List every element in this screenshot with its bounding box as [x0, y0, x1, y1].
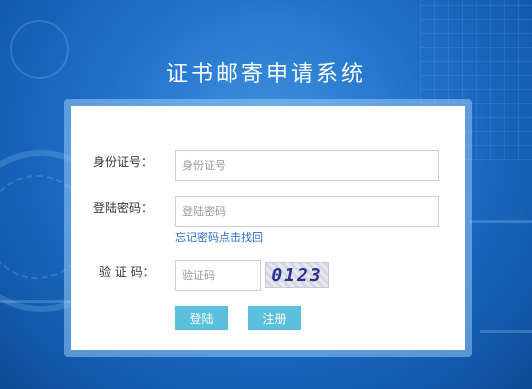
- page-title: 证书邮寄申请系统: [165, 62, 366, 87]
- id-number-label: 身份证号：: [93, 155, 154, 169]
- password-input[interactable]: [175, 196, 439, 227]
- decorative-stripe: [480, 330, 532, 333]
- login-panel: 身份证号： 登陆密码： 忘记密码点击找回 验 证 码： 0123 登陆 注册: [64, 99, 472, 357]
- register-button[interactable]: 注册: [248, 306, 301, 330]
- forgot-password-link[interactable]: 忘记密码点击找回: [175, 229, 263, 245]
- captcha-input[interactable]: [175, 260, 261, 291]
- captcha-label: 验 证 码：: [99, 265, 155, 279]
- id-number-input[interactable]: [175, 150, 439, 181]
- decorative-stripe: [0, 300, 70, 303]
- captcha-image[interactable]: 0123: [265, 262, 329, 288]
- password-label: 登陆密码：: [93, 201, 154, 215]
- login-form: 身份证号： 登陆密码： 忘记密码点击找回 验 证 码： 0123 登陆 注册: [71, 106, 465, 350]
- decorative-stripe: [470, 220, 532, 223]
- login-button[interactable]: 登陆: [175, 306, 228, 330]
